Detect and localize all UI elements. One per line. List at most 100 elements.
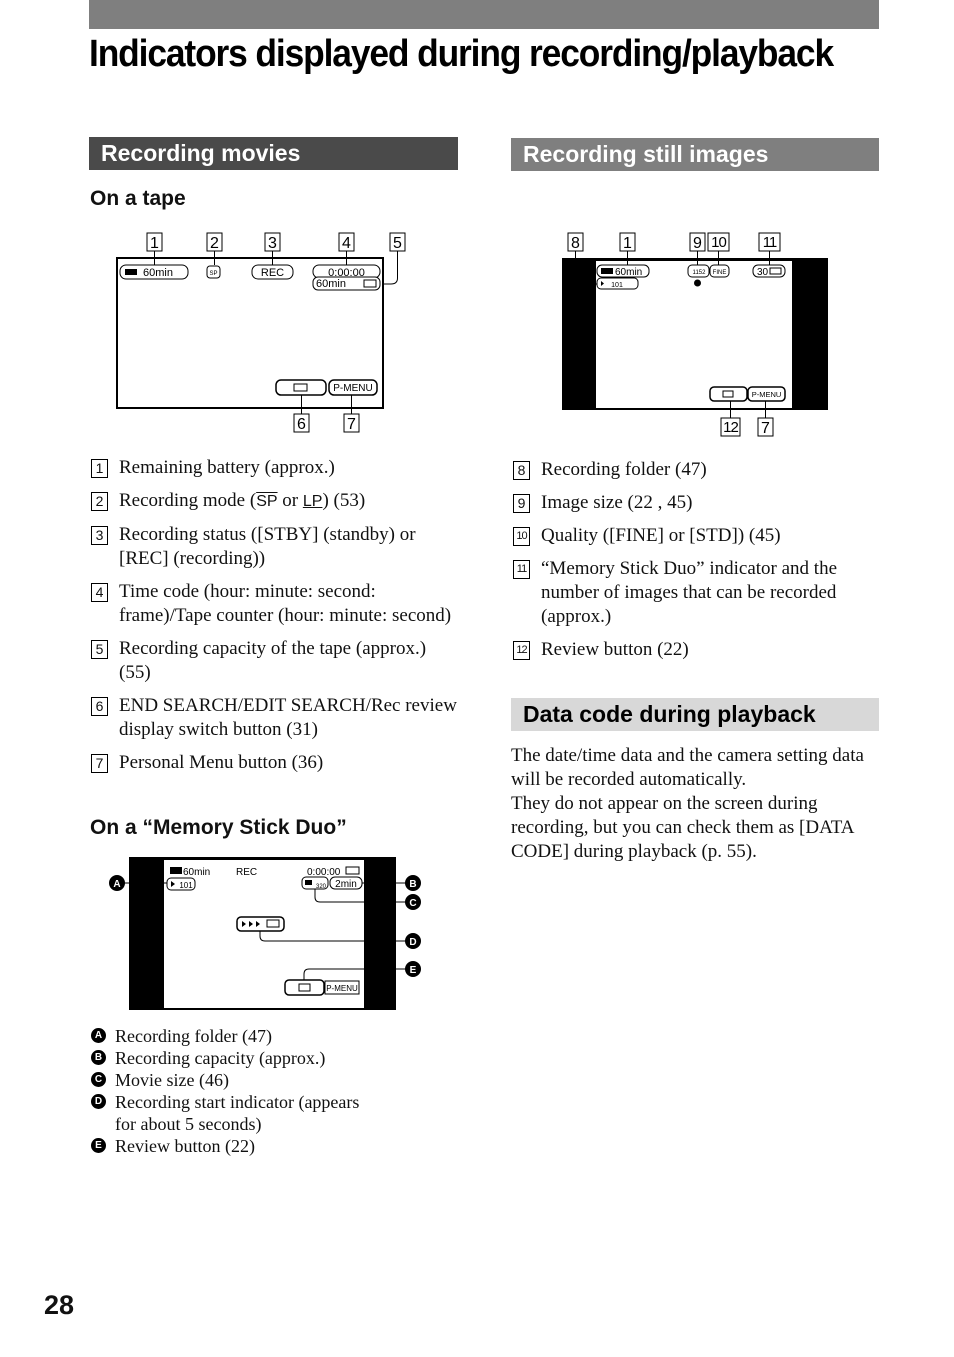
section-heading-data-code: Data code during playback [511, 698, 879, 731]
svg-text:7: 7 [761, 420, 770, 437]
svg-text:E: E [410, 965, 417, 976]
page-title: Indicators displayed during recording/pl… [89, 33, 834, 75]
item-letter: B [91, 1050, 106, 1065]
still-screen-diagram: 8 1 9 10 11 60min 101 1152 FINE 30 P-MEN… [562, 232, 828, 437]
item-number: 7 [91, 754, 108, 773]
callout-b: B [405, 875, 421, 891]
recording-status-indicator: REC [251, 264, 294, 280]
p-menu-button[interactable]: P-MENU [324, 980, 360, 995]
list-item: D Recording start indicator (appears for … [89, 1091, 365, 1135]
svg-text:60min: 60min [183, 867, 210, 878]
svg-text:10: 10 [711, 234, 726, 251]
svg-text:60min: 60min [143, 267, 173, 279]
section-heading-recording-still: Recording still images [511, 138, 879, 171]
svg-text:60min: 60min [615, 267, 642, 278]
list-item: 1 Remaining battery (approx.) [89, 456, 461, 480]
recording-status: REC [236, 867, 257, 878]
battery-icon [170, 867, 182, 874]
svg-text:30: 30 [757, 267, 769, 278]
svg-text:101: 101 [611, 282, 623, 289]
callout-5: 5 [382, 232, 406, 285]
quality-indicator: FINE [709, 264, 730, 278]
svg-text:P-MENU: P-MENU [752, 390, 782, 399]
svg-text:11: 11 [763, 234, 777, 251]
p-menu-button[interactable]: P-MENU [747, 386, 786, 402]
item-number: 11 [513, 560, 530, 579]
svg-text:6: 6 [297, 416, 306, 433]
memory-stick-indicator-list: A Recording folder (47) B Recording capaci… [89, 1025, 389, 1157]
svg-text:1: 1 [623, 235, 632, 252]
list-item: 10 Quality ([FINE] or [STD]) (45) [511, 524, 883, 548]
svg-text:2: 2 [210, 235, 219, 252]
memory-stick-screen-diagram: 60min REC 0:00:00 101 320 2min P-MENU A … [109, 857, 421, 1010]
tape-indicator-list: 1 Remaining battery (approx.) 2 Recording … [89, 456, 461, 784]
review-button[interactable] [709, 386, 748, 402]
movie-size-indicator: 320 [301, 876, 329, 890]
sp-mode-label: SP [256, 493, 278, 510]
recording-start-indicator [236, 916, 285, 932]
svg-text:9: 9 [693, 235, 702, 252]
page-number: 28 [44, 1290, 75, 1320]
item-number: 2 [91, 492, 108, 511]
list-item: 7 Personal Menu button (36) [89, 751, 461, 775]
svg-text:B: B [409, 879, 416, 890]
section-heading-recording-movies: Recording movies [89, 137, 458, 170]
subheading-on-a-tape: On a tape [90, 187, 186, 210]
item-number: 4 [91, 583, 108, 602]
item-letter: A [91, 1028, 106, 1043]
list-item: B Recording capacity (approx.) [89, 1047, 389, 1069]
p-menu-button[interactable]: P-MENU [328, 379, 378, 396]
svg-text:4: 4 [342, 235, 351, 252]
svg-text:60min: 60min [316, 278, 346, 290]
folder-indicator: 101 [166, 877, 196, 891]
svg-text:P-MENU: P-MENU [333, 383, 372, 394]
subheading-memory-stick: On a “Memory Stick Duo” [90, 816, 347, 839]
battery-icon [125, 269, 137, 275]
item-number: 12 [513, 641, 530, 660]
image-size-indicator: 1152 [687, 264, 710, 278]
tape-screen-diagram: 1 2 3 4 5 60min SP REC 0:00:00 60min P-M… [116, 232, 406, 433]
data-code-description: The date/time data and the camera settin… [511, 745, 864, 862]
battery-indicator: 60min [596, 264, 650, 278]
recording-mode-indicator: SP [206, 265, 221, 279]
svg-text:5: 5 [393, 235, 402, 252]
list-item: 3 Recording status ([STBY] (standby) or [… [89, 523, 461, 571]
list-item: 12 Review button (22) [511, 638, 883, 662]
item-number: 8 [513, 461, 530, 480]
svg-text:101: 101 [179, 881, 193, 890]
svg-text:A: A [113, 879, 120, 890]
svg-text:P-MENU: P-MENU [326, 984, 358, 993]
svg-text:320: 320 [316, 884, 327, 890]
battery-icon [601, 268, 613, 274]
header-bar [89, 0, 879, 29]
lp-mode-label: LP [302, 493, 323, 510]
item-number: 5 [91, 640, 108, 659]
list-item: 11 “Memory Stick Duo” indicator and the n… [511, 557, 883, 629]
item-letter: D [91, 1094, 106, 1109]
end-search-button[interactable] [275, 379, 327, 396]
still-indicator-list: 8 Recording folder (47) 9 Image size (22 ,… [511, 458, 883, 671]
list-item: 4 Time code (hour: minute: second: frame)… [89, 580, 461, 628]
svg-text:1152: 1152 [693, 270, 707, 276]
review-button[interactable] [284, 979, 325, 996]
memory-stick-icon [266, 919, 280, 928]
svg-text:2min: 2min [335, 879, 357, 890]
callout-d: D [405, 933, 421, 949]
memory-stick-icon [345, 866, 360, 875]
svg-text:3: 3 [268, 235, 277, 252]
battery-indicator: 60min [119, 264, 189, 280]
folder-indicator: 101 [596, 277, 639, 290]
item-number: 1 [91, 459, 108, 478]
svg-text:C: C [409, 898, 416, 909]
cassette-icon [293, 383, 308, 392]
svg-text:REC: REC [261, 267, 284, 279]
svg-text:7: 7 [347, 416, 356, 433]
list-item: 8 Recording folder (47) [511, 458, 883, 482]
cassette-icon [363, 279, 377, 288]
image-count-indicator: 30 [752, 264, 786, 278]
tape-remaining-indicator: 60min [312, 276, 381, 291]
list-item: 5 Recording capacity of the tape (approx.… [89, 637, 461, 685]
callout-e: E [405, 961, 421, 977]
memory-stick-icon [769, 267, 782, 275]
item-number: 10 [513, 527, 530, 546]
